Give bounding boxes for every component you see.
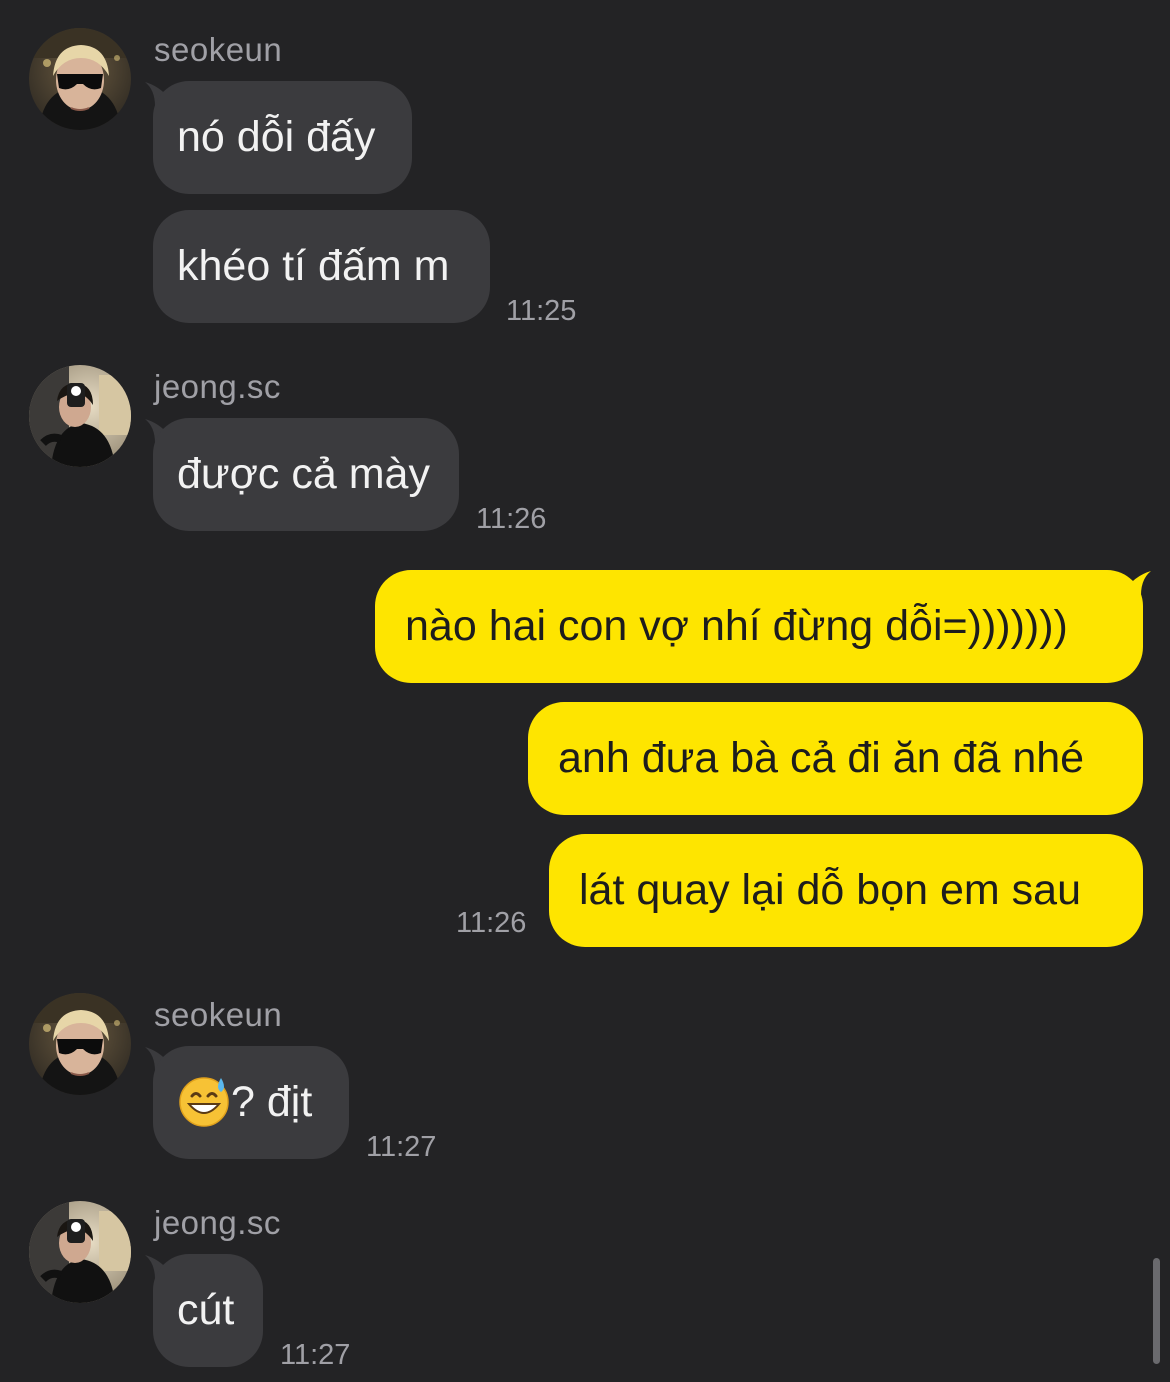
message-text: ? địt <box>231 1078 313 1126</box>
message-timestamp: 11:27 <box>366 1131 437 1163</box>
message-bubble-outgoing[interactable]: lát quay lại dỗ bọn em sau <box>549 834 1143 947</box>
message-bubble[interactable]: ? địt <box>153 1046 349 1159</box>
avatar-seokeun[interactable] <box>29 28 131 130</box>
message-timestamp: 11:26 <box>476 503 547 535</box>
message-bubble[interactable]: khéo tí đấm m <box>153 210 490 323</box>
avatar-jeong-sc[interactable] <box>29 1201 131 1303</box>
message-bubble[interactable]: nó dỗi đấy <box>153 81 412 194</box>
sender-name: jeong.sc <box>154 1204 281 1241</box>
message-bubble[interactable]: cút <box>153 1254 263 1367</box>
sender-name: seokeun <box>154 996 283 1033</box>
message-bubble[interactable]: được cả mày <box>153 418 459 531</box>
avatar-jeong-sc[interactable] <box>29 365 131 467</box>
message-timestamp: 11:26 <box>456 907 527 939</box>
sender-name: seokeun <box>154 31 283 68</box>
sender-name: jeong.sc <box>154 368 281 405</box>
grinning-face-with-sweat-icon <box>179 1076 229 1127</box>
message-bubble-outgoing[interactable]: anh đưa bà cả đi ăn đã nhé <box>528 702 1143 815</box>
chat-transcript[interactable]: seokeun nó dỗi đấy khéo tí đấm m 11:25 j… <box>0 0 1170 1382</box>
message-timestamp: 11:27 <box>280 1339 351 1371</box>
scrollbar[interactable] <box>1153 1258 1160 1364</box>
avatar-seokeun[interactable] <box>29 993 131 1095</box>
message-bubble-outgoing[interactable]: nào hai con vợ nhí đừng dỗi=))))))) <box>375 570 1143 683</box>
message-timestamp: 11:25 <box>506 295 577 327</box>
